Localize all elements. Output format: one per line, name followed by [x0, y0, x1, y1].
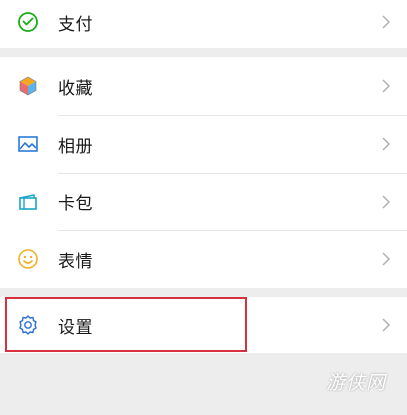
menu-item-pay[interactable]: 支付	[0, 0, 407, 44]
chevron-right-icon	[382, 252, 391, 266]
settings-group: 设置	[0, 297, 407, 353]
menu-item-album-label: 相册	[58, 136, 93, 157]
menu-item-cards[interactable]: 卡包	[0, 173, 407, 230]
chevron-right-icon	[382, 79, 391, 93]
menu-item-pay-label: 支付	[58, 14, 93, 35]
menu-item-settings[interactable]: 设置	[0, 297, 407, 353]
watermark-text: 游侠网	[326, 372, 387, 394]
card-wallet-icon	[17, 191, 39, 213]
menu-item-stickers[interactable]: 表情	[0, 230, 407, 288]
menu-item-favorites[interactable]: 收藏	[0, 57, 407, 115]
cube-icon	[17, 75, 39, 97]
menu-item-cards-label: 卡包	[58, 194, 93, 214]
wechat-pay-icon	[17, 11, 39, 33]
picture-icon	[17, 133, 39, 155]
menu-item-stickers-label: 表情	[58, 251, 93, 272]
chevron-right-icon	[382, 137, 391, 151]
gear-icon	[17, 314, 39, 336]
menu-item-favorites-label: 收藏	[58, 78, 93, 99]
smiley-icon	[17, 248, 39, 270]
menu-item-settings-label: 设置	[58, 317, 93, 338]
features-group: 收藏 相册 卡包 表情	[0, 57, 407, 288]
chevron-right-icon	[382, 194, 391, 209]
menu-item-album[interactable]: 相册	[0, 115, 407, 173]
chevron-right-icon	[382, 15, 391, 29]
pay-group: 支付	[0, 0, 407, 48]
chevron-right-icon	[382, 318, 391, 332]
